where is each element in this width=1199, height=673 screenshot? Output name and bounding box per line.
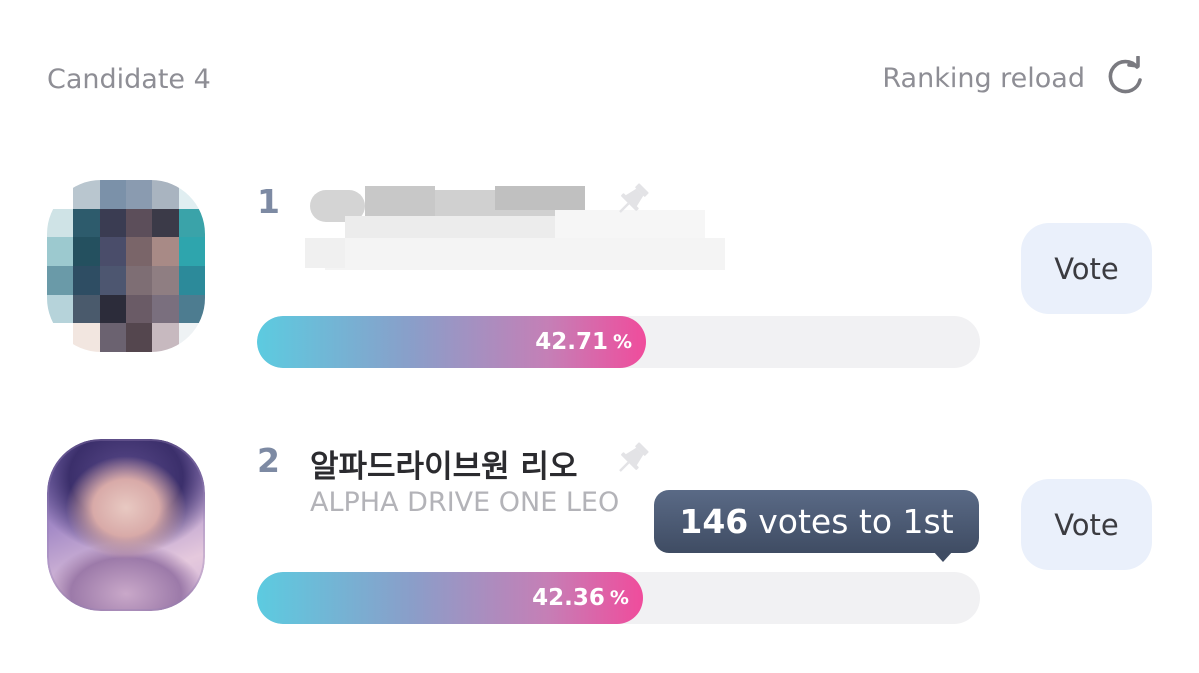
candidate-row-1: 1 Vote 42.71% bbox=[0, 178, 1199, 378]
percent-unit: % bbox=[613, 331, 633, 353]
refresh-icon bbox=[1108, 56, 1142, 94]
pixelated-photo bbox=[47, 180, 205, 352]
ranking-page: Candidate 4 Ranking reload 1 Vote 42.71 … bbox=[0, 0, 1199, 673]
vote-percent: 42.36 bbox=[532, 585, 605, 611]
candidate-english-name: ALPHA DRIVE ONE LEO bbox=[310, 487, 620, 518]
candidate-row-2: 2 알파드라이브원 리오 ALPHA DRIVE ONE LEO 146 vot… bbox=[0, 437, 1199, 637]
vote-progress-track: 42.71% bbox=[257, 316, 980, 368]
candidate-name: 알파드라이브원 리오 bbox=[310, 449, 578, 485]
tooltip-tail bbox=[933, 551, 953, 562]
ranking-reload-button[interactable]: Ranking reload bbox=[882, 56, 1147, 100]
vote-progress-track: 42.36% bbox=[257, 572, 980, 624]
candidate-avatar-pixelated bbox=[47, 180, 205, 352]
rank-number: 1 bbox=[257, 182, 280, 221]
vote-progress-fill: 42.36% bbox=[257, 572, 643, 624]
candidate-photo bbox=[47, 439, 205, 611]
vote-button[interactable]: Vote bbox=[1021, 223, 1152, 314]
votes-gap-text: votes to 1st bbox=[758, 502, 954, 541]
votes-gap-count: 146 bbox=[679, 502, 749, 541]
percent-unit: % bbox=[609, 587, 629, 609]
vote-button[interactable]: Vote bbox=[1021, 479, 1152, 570]
pin-icon[interactable] bbox=[612, 439, 652, 479]
votes-to-first-tooltip: 146 votes to 1st bbox=[654, 490, 979, 562]
vote-progress-fill: 42.71% bbox=[257, 316, 647, 368]
rank-number: 2 bbox=[257, 441, 280, 480]
ranking-reload-label: Ranking reload bbox=[882, 62, 1085, 94]
pin-icon[interactable] bbox=[612, 180, 652, 220]
redacted-name-block bbox=[305, 180, 735, 274]
vote-percent: 42.71 bbox=[535, 329, 609, 355]
candidate-count-label: Candidate 4 bbox=[47, 64, 211, 95]
candidate-avatar bbox=[47, 439, 205, 611]
